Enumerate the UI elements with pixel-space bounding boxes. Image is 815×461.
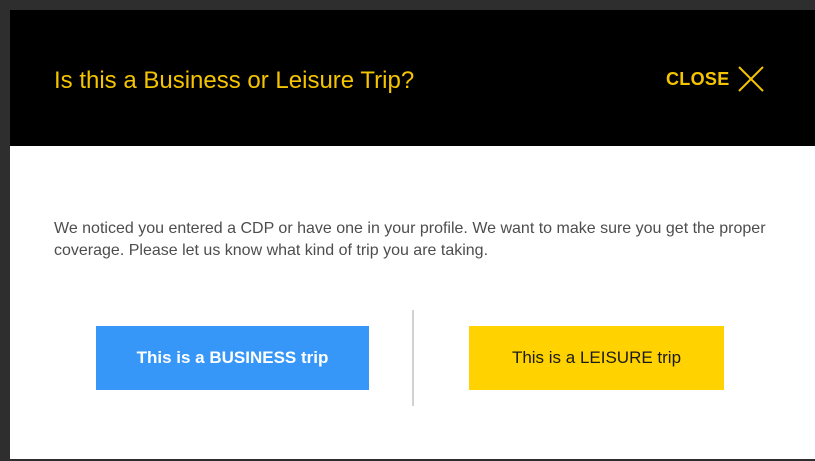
leisure-trip-button[interactable]: This is a LEISURE trip bbox=[469, 326, 724, 390]
business-trip-button[interactable]: This is a BUSINESS trip bbox=[96, 326, 369, 390]
modal-message: We noticed you entered a CDP or have one… bbox=[54, 220, 766, 259]
close-label: CLOSE bbox=[666, 68, 730, 89]
button-divider bbox=[412, 310, 414, 406]
trip-type-modal: Is this a Business or Leisure Trip? CLOS… bbox=[10, 10, 815, 459]
close-icon bbox=[737, 66, 764, 92]
close-button[interactable]: CLOSE bbox=[666, 62, 766, 96]
modal-title: Is this a Business or Leisure Trip? bbox=[54, 67, 415, 94]
modal-header: Is this a Business or Leisure Trip? CLOS… bbox=[10, 10, 815, 146]
